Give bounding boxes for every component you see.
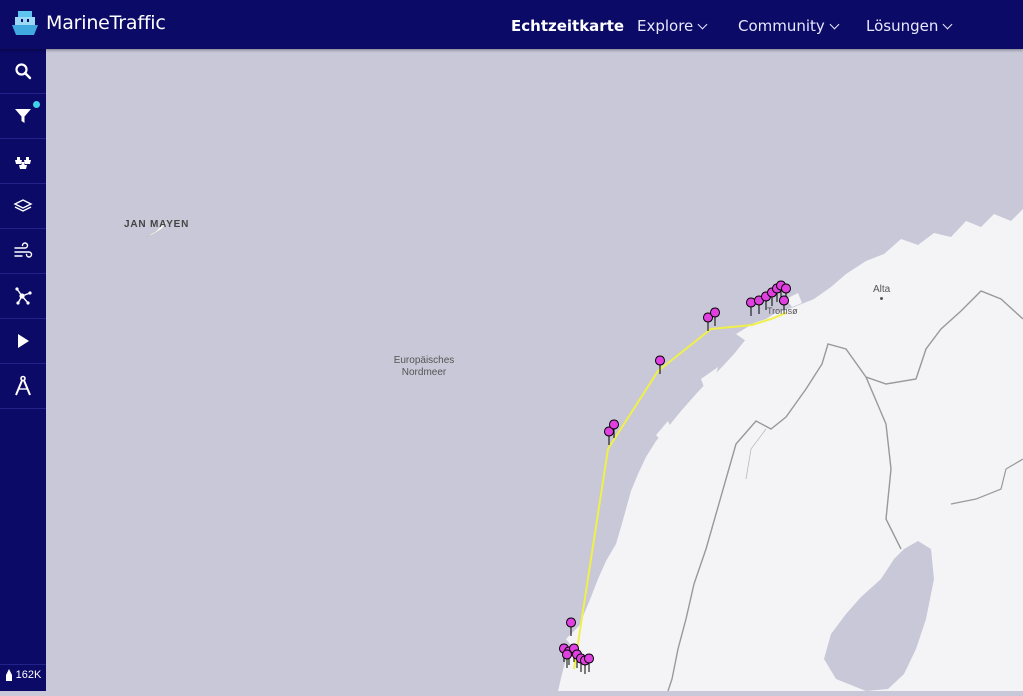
nav-solutions[interactable]: Lösungen [866, 17, 953, 35]
marinetraffic-logo[interactable]: MarineTraffic [10, 8, 166, 38]
vessel-icon [5, 669, 12, 681]
chevron-down-icon [942, 19, 953, 29]
sea-label: Europäisches Nordmeer [384, 355, 464, 379]
nav-solutions-label: Lösungen [866, 17, 939, 35]
nav-community-label: Community [738, 17, 825, 35]
nav-community[interactable]: Community [738, 17, 840, 35]
alta-label: Alta [873, 284, 890, 300]
sea-label-line-2: Nordmeer [401, 367, 447, 378]
filter-icon [15, 109, 31, 123]
density-tools-button[interactable] [0, 274, 46, 319]
chevron-down-icon [697, 19, 708, 29]
filter-notification-dot [33, 101, 40, 108]
sea-label-line-1: Europäisches [393, 355, 455, 366]
map-canvas[interactable] [46, 49, 1023, 692]
vessel-count: 162K [0, 664, 46, 685]
nav-live-map-label: Echtzeitkarte [511, 17, 625, 35]
chevron-down-icon [829, 19, 840, 29]
jan-mayen-label: JAN MAYEN [124, 219, 190, 230]
measure-distance-button[interactable] [0, 364, 46, 409]
top-navigation-bar: MarineTraffic Echtzeitkarte Explore Comm… [0, 0, 1023, 49]
playback-button[interactable] [0, 319, 46, 364]
alta-city-dot [880, 297, 884, 300]
brand-name: MarineTraffic [46, 12, 166, 34]
fleet-icon [15, 157, 31, 169]
map-tools-sidebar: 162K [0, 49, 46, 691]
nav-explore[interactable]: Explore [637, 17, 708, 35]
play-icon [18, 334, 29, 348]
search-button[interactable] [0, 49, 46, 94]
weather-button[interactable] [0, 229, 46, 274]
tromso-label: Tromsø [767, 306, 798, 316]
nav-live-map[interactable]: Echtzeitkarte [511, 17, 624, 35]
nav-explore-label: Explore [637, 17, 694, 35]
filter-button[interactable] [0, 94, 46, 139]
ship-logo-icon [12, 11, 38, 35]
vessel-count-value: 162K [15, 669, 42, 681]
my-fleets-button[interactable] [0, 139, 46, 184]
graph-icon [15, 287, 32, 305]
layers-icon [13, 199, 33, 212]
layers-button[interactable] [0, 184, 46, 229]
search-icon [15, 63, 32, 80]
live-map[interactable]: JAN MAYEN Europäisches Nordmeer Alta Tro… [46, 49, 1023, 692]
compass-icon [15, 375, 31, 396]
wind-icon [14, 242, 33, 258]
alta-label-text: Alta [873, 284, 891, 295]
